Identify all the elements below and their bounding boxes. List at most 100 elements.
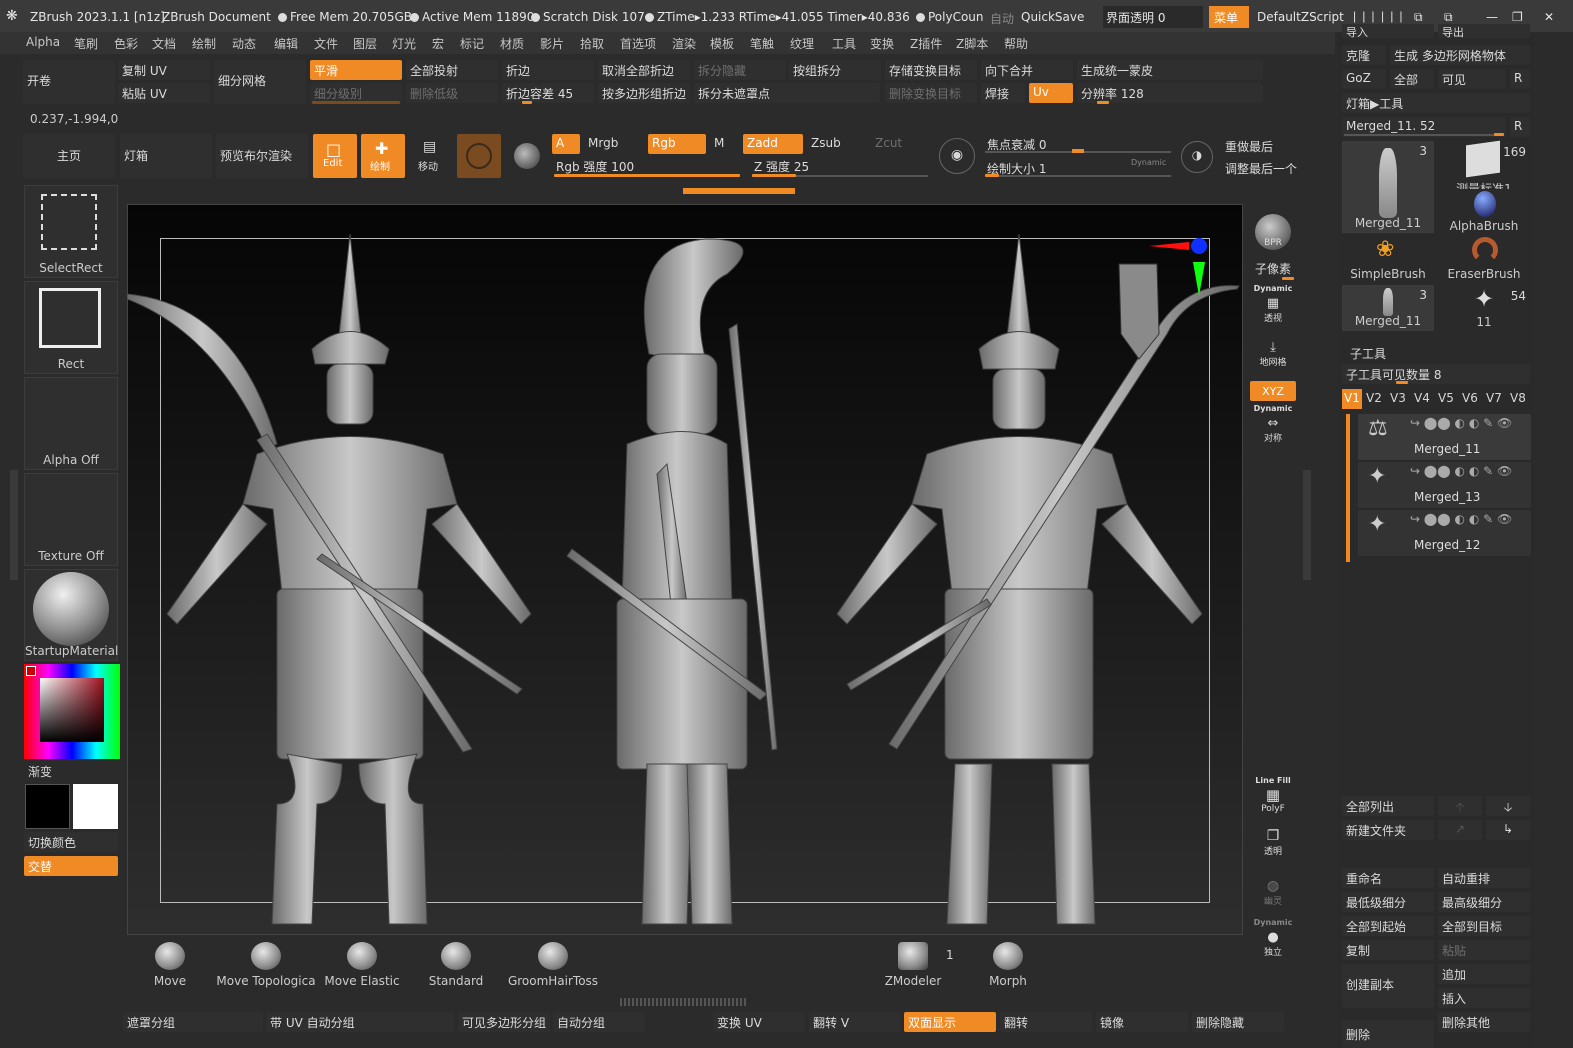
flip-v-button[interactable]: 翻转 V — [809, 1012, 901, 1032]
gradient-label[interactable]: 渐变 — [28, 763, 52, 780]
a-toggle[interactable]: A — [552, 134, 580, 154]
auto-reorder-button[interactable]: 自动重排 — [1438, 868, 1530, 888]
crease-button[interactable]: 折边 — [502, 60, 594, 80]
menu-item[interactable]: Z插件 — [910, 35, 942, 52]
project-all-button[interactable]: 全部投射 — [406, 60, 498, 80]
menu-item[interactable]: 图层 — [353, 35, 377, 52]
menu-item[interactable]: 渲染 — [672, 35, 696, 52]
xyz-toggle[interactable]: XYZ — [1250, 381, 1296, 401]
ui-transparency-slider[interactable]: 界面透明 0 — [1103, 6, 1203, 28]
menu-item[interactable]: 拾取 — [580, 35, 604, 52]
restore-icon[interactable]: ❐ — [1512, 10, 1523, 24]
store-morph-button[interactable]: 存储变换目标 — [885, 60, 977, 80]
subpixel-slider[interactable]: 子像素 — [1250, 260, 1296, 277]
append-button[interactable]: 追加 — [1438, 964, 1530, 984]
transparency-button[interactable]: ❐ 透明 — [1250, 828, 1296, 862]
lightbox-button[interactable]: 灯箱 — [120, 134, 212, 178]
weld-toggle[interactable]: 焊接 — [981, 83, 1025, 103]
move-button[interactable]: ▤ 移动 — [409, 134, 453, 178]
unified-skin-button[interactable]: 生成统一蒙皮 — [1077, 60, 1263, 80]
lightbox-tool-button[interactable]: 灯箱▶工具 — [1342, 93, 1530, 113]
morph-uv-button[interactable]: 变换 UV — [713, 1012, 805, 1032]
lazymouse-icon[interactable]: ◑ — [1181, 141, 1213, 173]
mask-groups-button[interactable]: 遮罩分组 — [123, 1012, 263, 1032]
main-color-swatch[interactable] — [25, 784, 70, 829]
brush-morph[interactable]: Morph — [976, 942, 1040, 988]
visible-button[interactable]: 可见 — [1438, 69, 1506, 89]
close-icon[interactable]: ✕ — [1544, 10, 1554, 24]
menu-item[interactable]: 工具 — [832, 35, 856, 52]
samurai-model-render[interactable] — [127, 204, 1243, 935]
flip-button[interactable]: 翻转 — [1000, 1012, 1092, 1032]
subtool-row[interactable]: ✦ ↪ ⬤⬤ ◐ ◐ ✎ 👁 Merged_13 — [1358, 462, 1531, 508]
tool-thumb-alphabrush[interactable]: AlphaBrush — [1438, 189, 1530, 235]
preview-boolean-button[interactable]: 预览布尔渲染 — [216, 134, 308, 178]
duplicate-button[interactable]: 复制 — [1342, 940, 1434, 960]
menu-item[interactable]: 编辑 — [274, 35, 298, 52]
menu-item[interactable]: 模板 — [710, 35, 734, 52]
sub-level-slider[interactable]: 细分级别 — [310, 83, 402, 103]
menu-item[interactable]: 标记 — [460, 35, 484, 52]
x-axis-icon[interactable] — [1149, 242, 1189, 250]
brush-selector[interactable]: Rect — [24, 281, 118, 374]
menu-item[interactable]: 纹理 — [790, 35, 814, 52]
menu-item[interactable]: 文档 — [152, 35, 176, 52]
window-icon[interactable]: ⧉ — [1444, 10, 1453, 25]
secondary-color-swatch[interactable] — [73, 784, 118, 829]
split-hidden-button[interactable]: 拆分隐藏 — [694, 60, 786, 80]
menu-button[interactable]: 菜单 — [1209, 6, 1249, 28]
solo-button[interactable]: ● 独立 — [1250, 930, 1296, 958]
ghost-button[interactable]: ◍ 幽灵 — [1250, 878, 1296, 912]
subtool-toggles[interactable]: ↪ ⬤⬤ ◐ ◐ ✎ 👁 — [1410, 512, 1528, 526]
tab-v1[interactable]: V1 — [1342, 389, 1362, 409]
goz-button[interactable]: GoZ — [1342, 69, 1386, 89]
tool-thumb-measure[interactable]: 169 测量标准1 — [1438, 140, 1530, 196]
color-square[interactable] — [40, 678, 104, 742]
layout-icon[interactable]: ❘❘❘ — [1350, 10, 1378, 23]
menu-item[interactable]: 笔触 — [750, 35, 774, 52]
mirror-button[interactable]: 镜像 — [1096, 1012, 1188, 1032]
draw-button[interactable]: ✚ 绘制 — [361, 134, 405, 178]
alpha-selector[interactable]: Alpha Off — [24, 377, 118, 470]
menu-item[interactable]: 帮助 — [1004, 35, 1028, 52]
switch-color-button[interactable]: 切换颜色 — [24, 832, 118, 852]
merged-slider-knob[interactable] — [1494, 133, 1504, 136]
subdivide-button[interactable]: 细分网格 — [214, 60, 306, 104]
subtool-row[interactable]: ⚖ ↪ ⬤⬤ ◐ ◐ ✎ 👁 Merged_11 — [1358, 414, 1531, 460]
mrgb-toggle[interactable]: Mrgb — [584, 134, 644, 154]
layout2-icon[interactable]: ❘❘❘ — [1378, 10, 1406, 23]
menu-item[interactable]: 宏 — [432, 35, 444, 52]
floor-button[interactable]: ⤓ 地网格 — [1250, 340, 1296, 370]
clone-button[interactable]: 克隆 — [1342, 45, 1386, 65]
alternate-toggle[interactable]: 交替 — [24, 856, 118, 876]
perspective-button[interactable]: ▦ 透视 — [1250, 296, 1296, 324]
uncrease-all-button[interactable]: 取消全部折边 — [598, 60, 690, 80]
menu-item[interactable]: 绘制 — [192, 35, 216, 52]
tab-v4[interactable]: V4 — [1414, 391, 1430, 405]
tool-thumb-simplebrush[interactable]: ❀ SimpleBrush — [1342, 237, 1434, 283]
import-button[interactable]: 导入 — [1342, 24, 1434, 38]
brush-move-topological[interactable]: Move Topologica — [216, 942, 316, 988]
tab-v5[interactable]: V5 — [1438, 391, 1454, 405]
smooth-toggle[interactable]: 平滑 — [310, 60, 402, 80]
tab-v7[interactable]: V7 — [1486, 391, 1502, 405]
edit-button[interactable]: □ Edit — [313, 134, 357, 178]
menu-item[interactable]: 灯光 — [392, 35, 416, 52]
menu-item[interactable]: 色彩 — [114, 35, 138, 52]
open-button[interactable]: 开卷 — [23, 60, 115, 104]
visible-count-knob[interactable] — [1396, 381, 1408, 384]
shelf-resize-handle[interactable] — [620, 998, 748, 1006]
z-axis-icon[interactable] — [1191, 238, 1207, 254]
visible-pg-groups-button[interactable]: 可见多边形分组 — [458, 1012, 550, 1032]
m-toggle[interactable]: M — [710, 134, 738, 154]
all-to-start-button[interactable]: 全部到起始 — [1342, 916, 1434, 936]
auto-groups-button[interactable]: 自动分组 — [553, 1012, 645, 1032]
tool-thumb-merged11-b[interactable]: 3 Merged_11 — [1342, 285, 1434, 331]
crease-tolerance-slider[interactable]: 折边容差 45 — [502, 83, 594, 103]
subtool-visible-count-slider[interactable]: 子工具可见数量 8 — [1342, 364, 1530, 384]
focal-shift-knob[interactable] — [1072, 149, 1084, 153]
split-unmasked-button[interactable]: 拆分未遮罩点 — [694, 83, 880, 103]
brush-move-elastic[interactable]: Move Elastic — [322, 942, 402, 988]
tool-thumb-11[interactable]: ✦ 54 11 — [1438, 285, 1530, 331]
menu-item[interactable]: 笔刷 — [74, 35, 98, 52]
